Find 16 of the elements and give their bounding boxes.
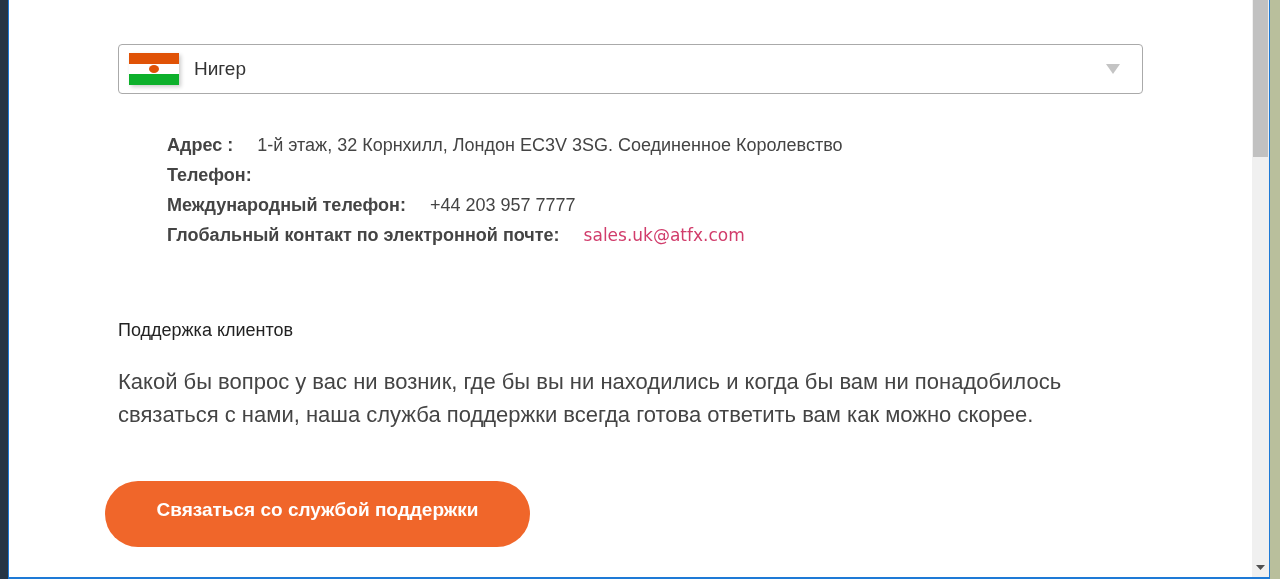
scrollbar-thumb[interactable] [1253, 0, 1268, 157]
flag-icon [129, 53, 179, 85]
caret-icon [1106, 64, 1120, 74]
section-heading: Поддержка клиентов [118, 320, 295, 341]
email-link[interactable]: sales.uk@atfx.com [583, 225, 745, 245]
contact-value: +44 203 957 7777 [429, 195, 576, 216]
scroll-down-icon[interactable] [1256, 565, 1265, 570]
support-paragraph: Какой бы вопрос у вас ни возник, где бы вы ни находились и когда бы вам ни понадобилось связаться с нами, наша служба поддержки всегда готова ответить вам как можно скорее. [118, 368, 1063, 429]
contact-label: Международный телефон: [167, 195, 406, 216]
contact-value: 1-й этаж, 32 Корнхилл, Лондон EC3V 3SG. Соединенное Королевство [257, 135, 843, 156]
contact-label: Телефон: [167, 165, 252, 186]
contact-label: Адрес : [167, 135, 234, 156]
scrollbar[interactable] [1252, 0, 1269, 577]
contact-support-button[interactable]: Связаться со службой поддержки [105, 481, 530, 547]
contact-label: Глобальный контакт по электронной почте: [167, 225, 560, 246]
country-select[interactable]: Нигер [118, 44, 1143, 94]
